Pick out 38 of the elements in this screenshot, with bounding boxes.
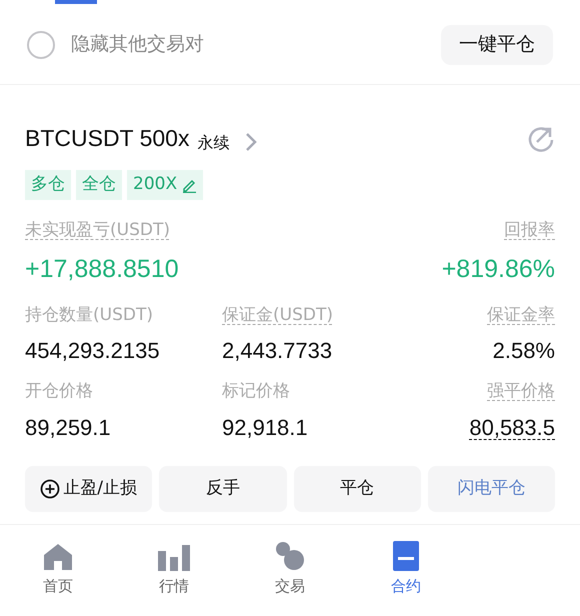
chevron-right-icon[interactable] xyxy=(245,132,258,152)
field-label: 开仓价格 xyxy=(25,380,93,403)
checkbox[interactable] xyxy=(27,30,55,58)
field-value: 92,918.1 xyxy=(222,414,308,442)
field-value: 454,293.2135 xyxy=(25,337,160,365)
add-circle-icon xyxy=(40,478,60,498)
field-value: 2,443.7733 xyxy=(222,337,332,365)
nav-tab[interactable]: 行情 xyxy=(116,538,232,597)
field-label: 标记价格 xyxy=(222,380,290,403)
circles-icon xyxy=(275,540,305,570)
action-button[interactable]: 止盈/止损 xyxy=(25,466,152,512)
roe-label: 回报率 xyxy=(504,218,555,242)
bar-chart-icon xyxy=(158,544,190,570)
field-label: 持仓数量(USDT) xyxy=(25,304,153,326)
action-button[interactable]: 闪电平仓 xyxy=(428,466,555,512)
tab-indicator xyxy=(55,0,97,4)
pnl-value: +17,888.8510 xyxy=(25,254,179,285)
field-label: 保证金率 xyxy=(487,304,555,326)
nav-tab[interactable]: 交易 xyxy=(232,538,348,597)
field-label: 强平价格 xyxy=(487,380,555,403)
action-button[interactable]: 平仓 xyxy=(294,466,421,512)
document-icon xyxy=(393,540,419,570)
symbol-title: BTCUSDT 500x xyxy=(25,124,190,153)
roe-value: +819.86% xyxy=(442,254,555,285)
field-value: 80,583.5 xyxy=(469,414,555,442)
contract-type: 永续 xyxy=(197,132,230,154)
action-button[interactable]: 反手 xyxy=(159,466,286,512)
position-tag: 全仓 xyxy=(76,170,122,200)
nav-tab[interactable]: 合约 xyxy=(348,538,464,597)
home-icon xyxy=(43,542,73,570)
field-label: 保证金(USDT) xyxy=(222,304,333,326)
position-tag: 多仓 xyxy=(25,170,71,200)
field-value: 2.58% xyxy=(492,337,555,365)
close-all-button[interactable]: 一键平仓 xyxy=(441,24,553,64)
nav-tab[interactable]: 首页 xyxy=(0,538,116,597)
field-value: 89,259.1 xyxy=(25,414,111,442)
filter-label: 隐藏其他交易对 xyxy=(71,32,204,58)
pnl-label: 未实现盈亏(USDT) xyxy=(25,218,170,242)
